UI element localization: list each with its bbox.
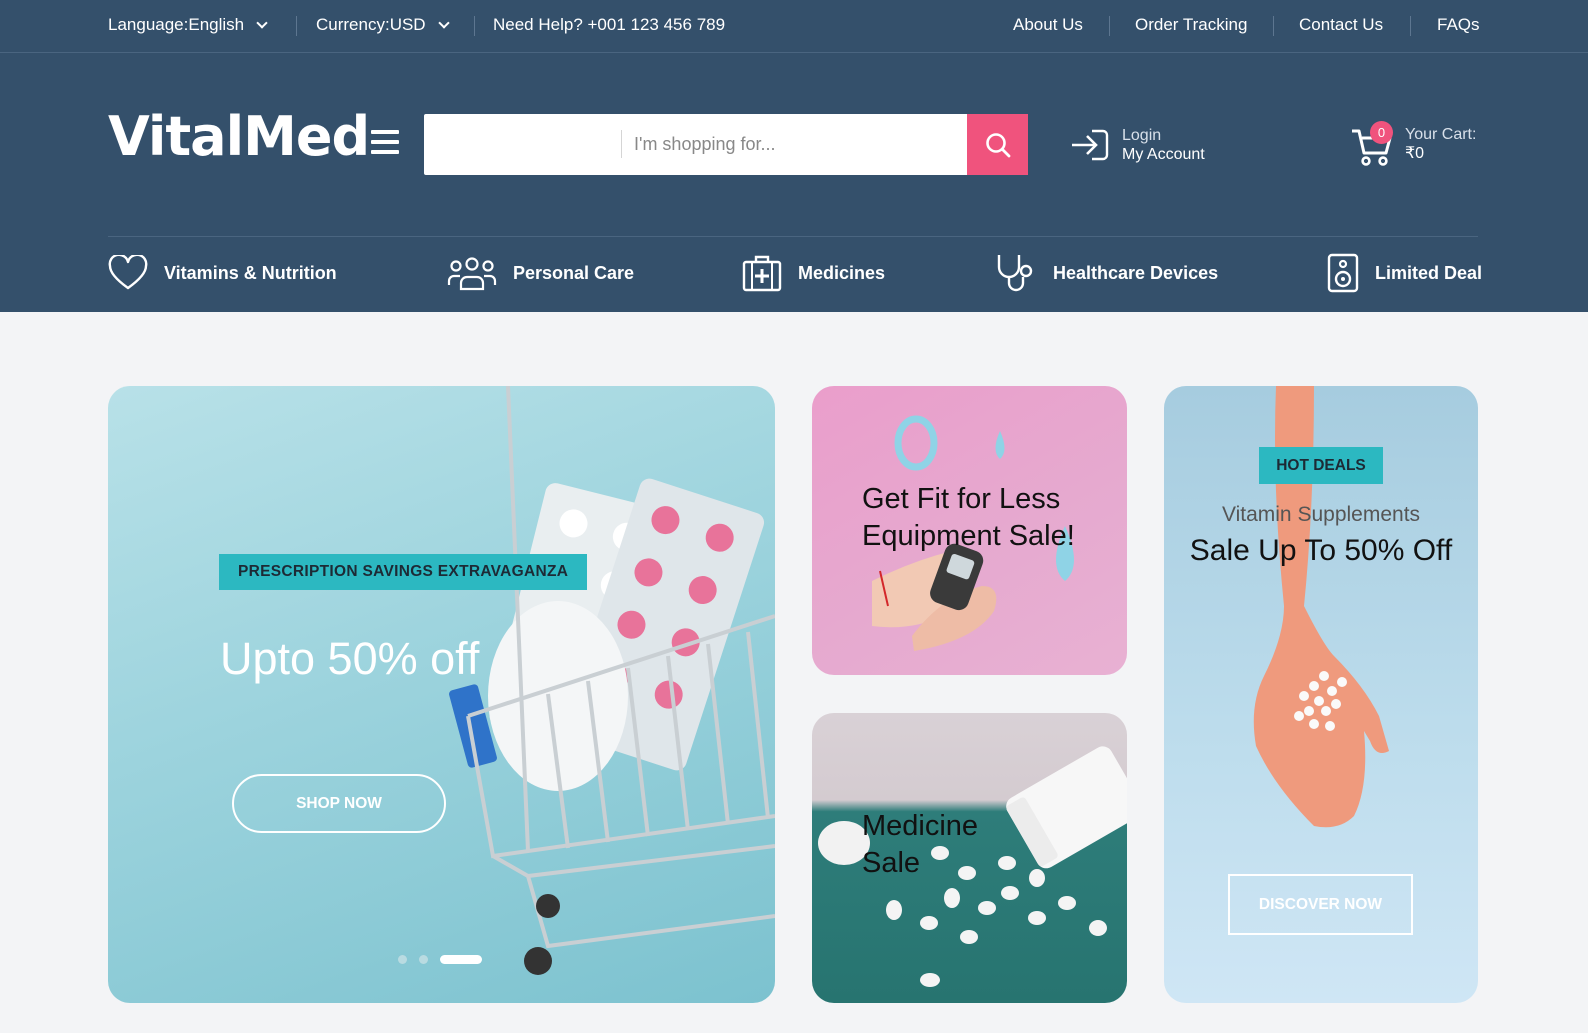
faqs-link[interactable]: FAQs xyxy=(1437,15,1480,35)
promo-headline: Upto 50% off xyxy=(220,633,480,684)
search-input[interactable] xyxy=(634,114,964,175)
site-logo[interactable]: VitalMed xyxy=(108,105,370,168)
language-value: English xyxy=(188,15,245,34)
currency-selector[interactable]: Currency:USD xyxy=(316,15,450,35)
hot-deals-tag: HOT DEALS xyxy=(1259,447,1383,484)
card-title-line: Medicine xyxy=(862,810,979,842)
login-account[interactable]: Login My Account xyxy=(1070,126,1205,164)
category-label: Personal Care xyxy=(513,262,635,283)
chevron-down-icon xyxy=(256,17,268,29)
menu-icon[interactable] xyxy=(371,130,399,154)
category-limited-deal[interactable]: Limited Deal xyxy=(1327,253,1482,293)
about-us-link[interactable]: About Us xyxy=(1013,15,1083,35)
slider-dots xyxy=(398,955,494,964)
header-divider xyxy=(108,236,1478,237)
search-divider xyxy=(621,130,622,158)
discover-now-button[interactable]: DISCOVER NOW xyxy=(1228,874,1413,935)
users-icon xyxy=(447,257,497,291)
top-bar: Language:English Currency:USD Need Help?… xyxy=(0,0,1588,53)
shop-now-button[interactable]: SHOP NOW xyxy=(232,774,446,833)
card-title-line: Get Fit for Less xyxy=(862,483,1061,515)
divider xyxy=(296,16,297,36)
divider xyxy=(1109,16,1110,36)
cart-count-badge: 0 xyxy=(1370,121,1393,144)
promo-card-medicine[interactable]: Medicine Sale xyxy=(812,713,1127,1003)
category-vitamins-nutrition[interactable]: Vitamins & Nutrition xyxy=(108,253,337,293)
card-title: Sale Up To 50% Off xyxy=(1189,534,1453,567)
category-label: Healthcare Devices xyxy=(1053,262,1219,283)
category-personal-care[interactable]: Personal Care xyxy=(447,253,634,293)
card-title-line: Sale xyxy=(862,847,921,879)
contact-us-link[interactable]: Contact Us xyxy=(1299,15,1383,35)
currency-label: Currency: xyxy=(316,15,390,34)
card-title: Get Fit for Less Equipment Sale! xyxy=(862,481,1075,555)
shopping-cart-image xyxy=(449,386,775,975)
search-icon xyxy=(985,132,1010,157)
search-bar xyxy=(424,114,1028,175)
divider xyxy=(474,16,475,36)
promo-tag: PRESCRIPTION SAVINGS EXTRAVAGANZA xyxy=(219,554,588,590)
language-selector[interactable]: Language:English xyxy=(108,15,268,35)
cart-label: Your Cart: xyxy=(1405,126,1477,143)
heart-icon xyxy=(108,255,148,290)
card-title-line: Equipment Sale! xyxy=(862,520,1075,552)
divider xyxy=(1273,16,1274,36)
language-label: Language: xyxy=(108,15,189,34)
login-label: Login xyxy=(1122,127,1162,144)
hero-banner[interactable]: PRESCRIPTION SAVINGS EXTRAVAGANZA Upto 5… xyxy=(108,386,775,1003)
search-button[interactable] xyxy=(967,114,1028,175)
main-header: VitalMed Login My Account 0 Your Cart: ₹… xyxy=(0,53,1588,312)
slider-dot[interactable] xyxy=(398,955,407,964)
login-icon xyxy=(1072,129,1109,161)
category-label: Limited Deal xyxy=(1375,262,1483,283)
category-medicines[interactable]: Medicines xyxy=(742,253,885,293)
category-label: Medicines xyxy=(798,262,886,283)
cart-total: ₹0 xyxy=(1405,145,1425,162)
help-phone: Need Help? +001 123 456 789 xyxy=(493,15,726,34)
my-account-label: My Account xyxy=(1122,146,1205,163)
category-healthcare-devices[interactable]: Healthcare Devices xyxy=(995,253,1218,293)
slider-dot-active[interactable] xyxy=(440,955,482,964)
slider-dot[interactable] xyxy=(419,955,428,964)
card-subtitle: Vitamin Supplements xyxy=(1221,503,1421,526)
promo-card-equipment[interactable]: Get Fit for Less Equipment Sale! xyxy=(812,386,1127,675)
order-tracking-link[interactable]: Order Tracking xyxy=(1135,15,1247,35)
promo-card-vitamins[interactable]: HOT DEALS Vitamin Supplements Sale Up To… xyxy=(1164,386,1478,1003)
category-label: Vitamins & Nutrition xyxy=(164,262,337,283)
currency-value: USD xyxy=(389,15,426,34)
divider xyxy=(1410,16,1411,36)
stethoscope-icon xyxy=(997,255,1033,292)
speaker-icon xyxy=(1327,253,1359,293)
medical-kit-icon xyxy=(742,255,782,292)
chevron-down-icon xyxy=(437,17,450,29)
card-title: Medicine Sale xyxy=(862,808,978,882)
